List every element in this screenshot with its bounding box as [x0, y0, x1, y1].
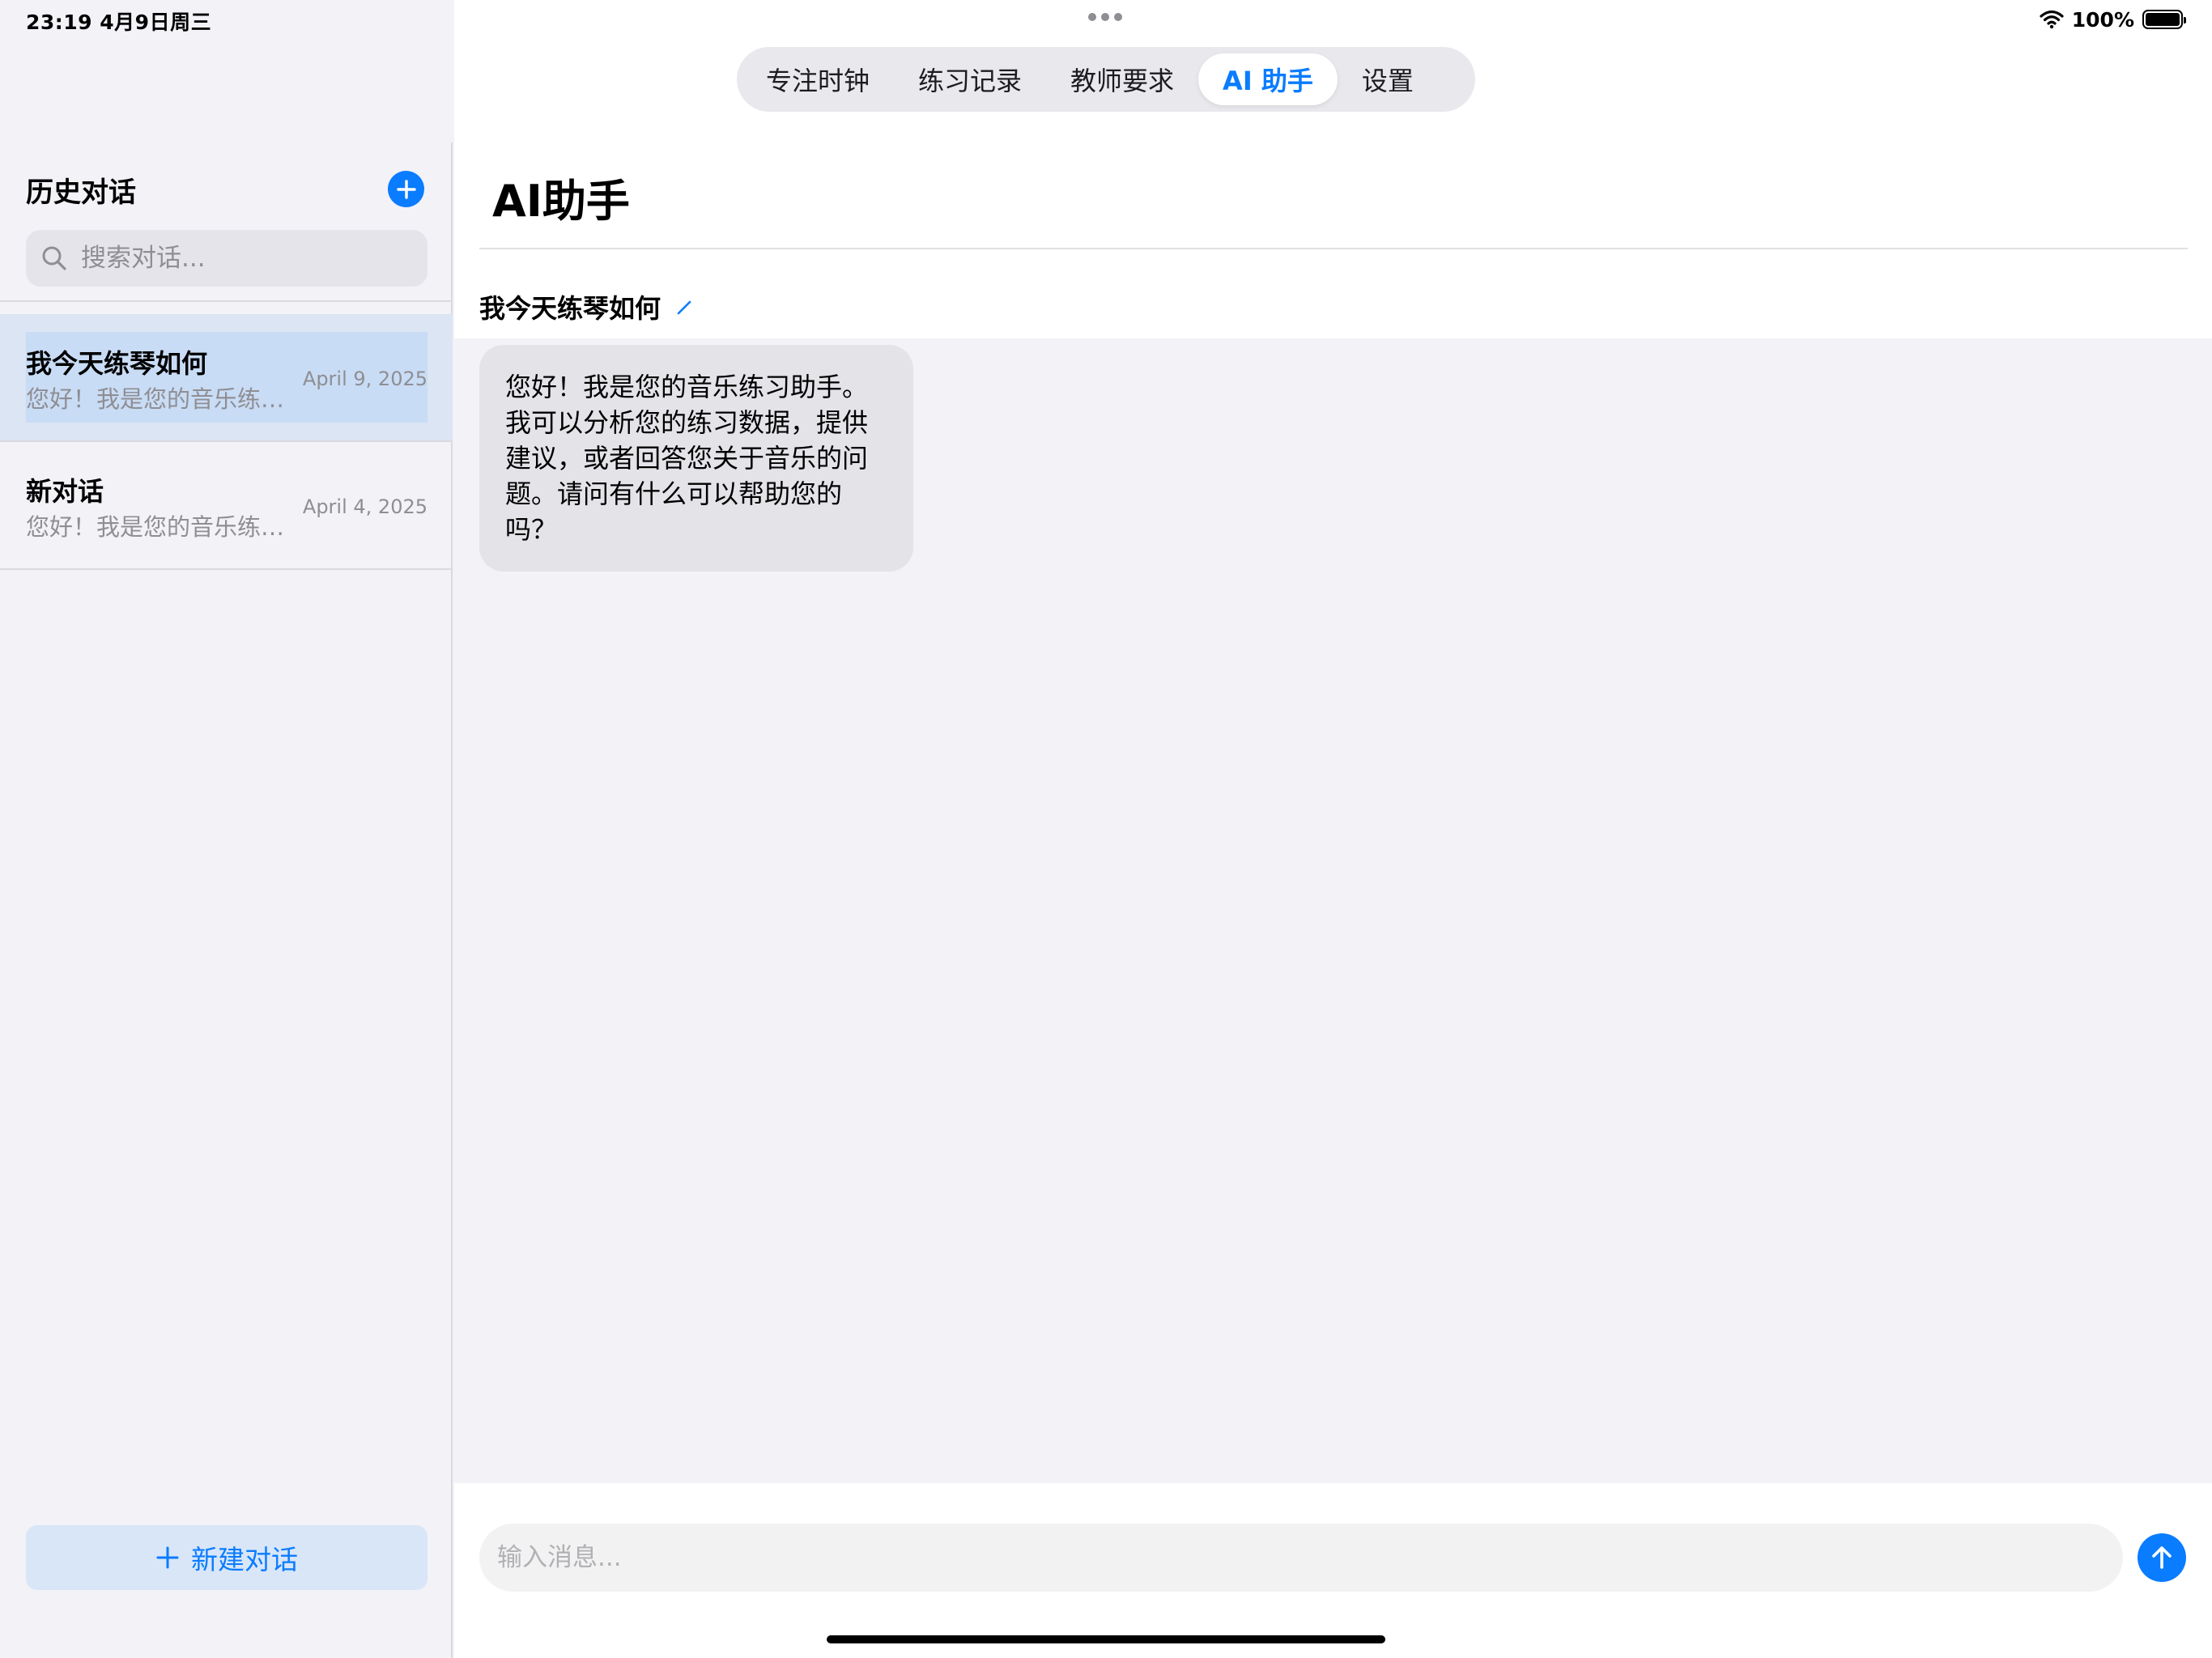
pencil-icon[interactable] — [675, 297, 695, 317]
search-input[interactable] — [79, 243, 403, 274]
battery-fill — [2146, 13, 2180, 26]
home-indicator[interactable] — [827, 1635, 1385, 1643]
conversation-row[interactable]: 新对话 您好！我是您的音乐练习助手。 April 4, 2025 — [0, 442, 453, 570]
sidebar-title: 历史对话 — [26, 176, 136, 209]
plus-icon — [156, 1546, 179, 1569]
plus-icon — [396, 179, 416, 199]
app-screen: 历史对话 我今天练琴如何 您好！我是您的音乐练习助手。 April 9, 202… — [0, 0, 2212, 1658]
dot — [1114, 13, 1122, 21]
message-composer — [454, 1483, 2212, 1658]
tab-teacher-requirements[interactable]: 教师要求 — [1046, 53, 1198, 105]
sidebar-divider — [0, 300, 453, 302]
conversation-row-selected[interactable]: 我今天练琴如何 您好！我是您的音乐练习助手。 April 9, 2025 — [0, 314, 453, 442]
conversation-list: 我今天练琴如何 您好！我是您的音乐练习助手。 April 9, 2025 新对话… — [0, 314, 453, 570]
conversation-row-content: 我今天练琴如何 您好！我是您的音乐练习助手。 April 9, 2025 — [26, 332, 428, 423]
add-conversation-button[interactable] — [388, 171, 424, 207]
search-field[interactable] — [26, 230, 428, 287]
battery-percent: 100% — [2071, 7, 2134, 32]
battery-icon — [2142, 10, 2186, 29]
multitasking-dots[interactable] — [1088, 13, 1122, 21]
tab-focus-clock[interactable]: 专注时钟 — [742, 53, 894, 105]
tab-ai-assistant[interactable]: AI 助手 — [1198, 53, 1338, 105]
conversation-title: 新对话 — [26, 476, 104, 507]
status-time-date: 23:19 4月9日周三 — [26, 11, 212, 34]
conversation-date: April 4, 2025 — [302, 495, 428, 518]
send-button[interactable] — [2138, 1533, 2186, 1582]
conversation-title: 我今天练琴如何 — [26, 348, 208, 379]
status-indicators: 100% — [2040, 6, 2186, 32]
new-conversation-label: 新建对话 — [191, 1544, 298, 1575]
header-divider — [479, 248, 2188, 249]
conversation-preview: 您好！我是您的音乐练习助手。 — [26, 513, 293, 541]
conversation-preview: 您好！我是您的音乐练习助手。 — [26, 385, 293, 413]
chat-area: 您好！我是您的音乐练习助手。我可以分析您的练习数据，提供建议，或者回答您关于音乐… — [454, 338, 2212, 1483]
wifi-icon — [2040, 10, 2064, 29]
message-input[interactable] — [479, 1524, 2123, 1592]
arrow-up-icon — [2152, 1546, 2172, 1569]
page-title: AI助手 — [492, 176, 630, 227]
main-panel: 专注时钟 练习记录 教师要求 AI 助手 设置 AI助手 我今天练琴如何 您好！… — [454, 0, 2212, 1658]
conversation-row-content: 新对话 您好！我是您的音乐练习助手。 April 4, 2025 — [26, 460, 428, 551]
main-header: 专注时钟 练习记录 教师要求 AI 助手 设置 AI助手 我今天练琴如何 — [454, 0, 2212, 338]
conversation-date: April 9, 2025 — [302, 368, 428, 390]
assistant-message-bubble: 您好！我是您的音乐练习助手。我可以分析您的练习数据，提供建议，或者回答您关于音乐… — [479, 345, 913, 572]
conversation-heading-title: 我今天练琴如何 — [479, 293, 661, 324]
conversation-heading: 我今天练琴如何 — [479, 288, 695, 325]
new-conversation-button[interactable]: 新建对话 — [26, 1525, 428, 1590]
tab-practice-log[interactable]: 练习记录 — [894, 53, 1046, 105]
tab-settings[interactable]: 设置 — [1338, 53, 1438, 105]
sidebar: 历史对话 我今天练琴如何 您好！我是您的音乐练习助手。 April 9, 202… — [0, 0, 453, 1658]
tab-bar: 专注时钟 练习记录 教师要求 AI 助手 设置 — [737, 47, 1475, 112]
dot — [1101, 13, 1109, 21]
dot — [1088, 13, 1096, 21]
search-icon — [42, 246, 66, 270]
